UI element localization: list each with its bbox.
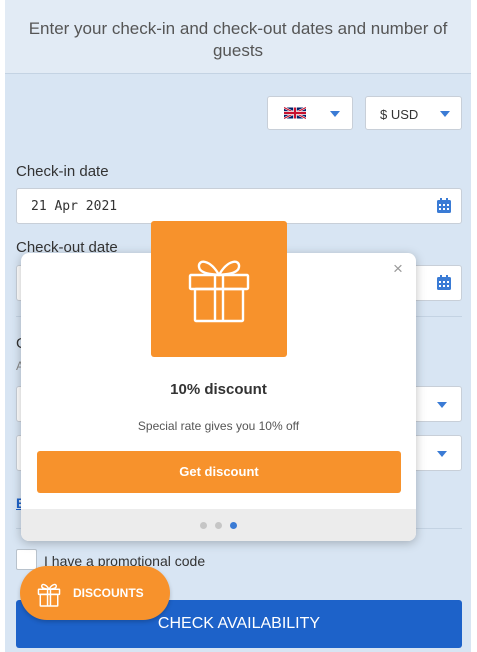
discounts-label: DISCOUNTS (73, 586, 144, 600)
calendar-icon[interactable] (437, 198, 451, 213)
chevron-down-icon (330, 111, 340, 117)
currency-select[interactable]: $ USD (365, 96, 462, 130)
carousel-dot[interactable] (200, 522, 207, 529)
get-discount-button[interactable]: Get discount (37, 451, 401, 493)
calendar-icon[interactable] (437, 275, 451, 290)
discount-title: 10% discount (170, 381, 267, 398)
language-select[interactable] (267, 96, 353, 130)
checkin-input[interactable]: 21 Apr 2021 (16, 188, 462, 224)
carousel-dot-active[interactable] (230, 522, 237, 529)
gift-icon (188, 260, 250, 323)
carousel-dot[interactable] (215, 522, 222, 529)
header-box: Enter your check-in and check-out dates … (5, 0, 471, 74)
gift-icon (37, 583, 61, 607)
uk-flag-icon (284, 106, 306, 120)
chevron-down-icon (440, 111, 450, 117)
chevron-down-icon (437, 451, 447, 457)
checkin-label: Check-in date (16, 163, 109, 180)
header-title: Enter your check-in and check-out dates … (28, 19, 448, 60)
close-icon[interactable]: × (393, 260, 403, 277)
currency-value: $ USD (380, 107, 419, 122)
gift-banner (151, 221, 287, 357)
promo-checkbox[interactable] (16, 549, 37, 570)
discount-description: Special rate gives you 10% off (137, 419, 300, 433)
carousel-footer (21, 509, 416, 541)
checkin-value: 21 Apr 2021 (31, 199, 118, 214)
discounts-button[interactable]: DISCOUNTS (20, 566, 170, 620)
chevron-down-icon (437, 402, 447, 408)
